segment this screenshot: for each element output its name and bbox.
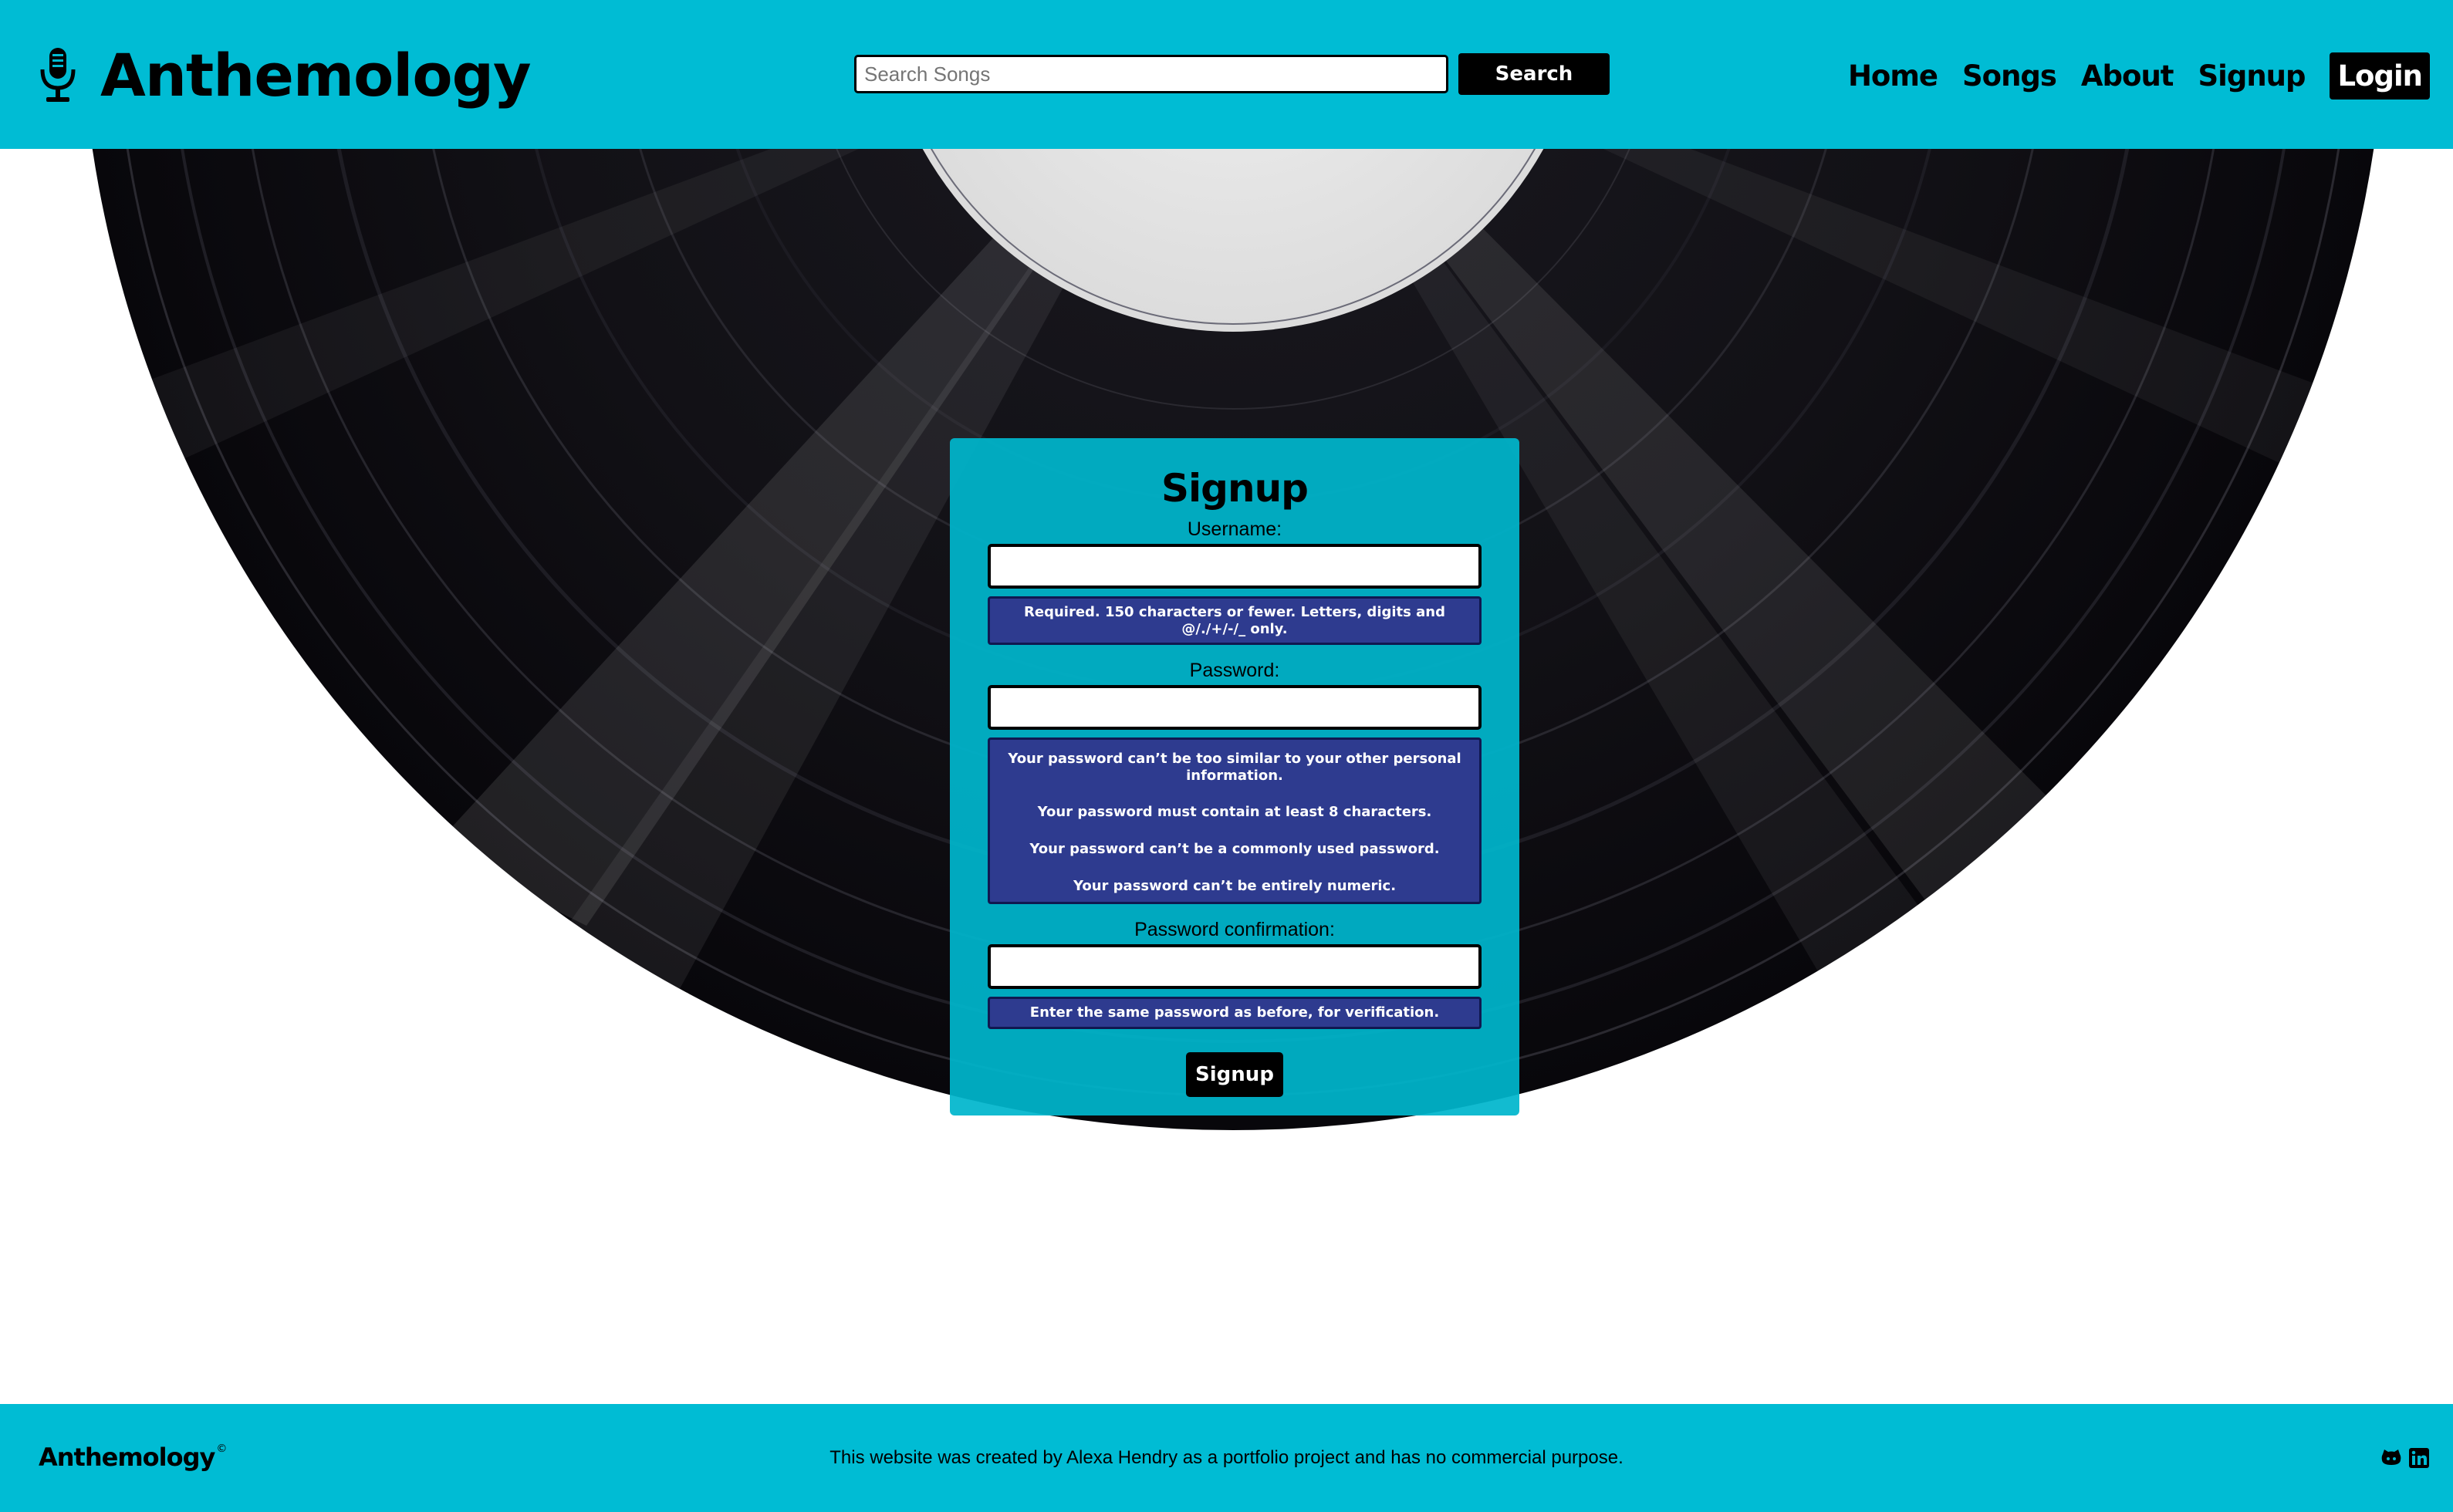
footer-disclaimer: This website was created by Alexa Hendry… <box>829 1447 1624 1468</box>
password-confirmation-input[interactable] <box>988 944 1482 990</box>
password-confirmation-label: Password confirmation: <box>1134 919 1335 941</box>
main-nav: Home Songs About Signup Login <box>1823 52 2430 100</box>
linkedin-link[interactable] <box>2408 1447 2430 1469</box>
signup-submit-button[interactable]: Signup <box>1186 1051 1283 1097</box>
password-label: Password: <box>1189 660 1280 682</box>
username-label: Username: <box>1187 518 1282 540</box>
brand-link[interactable]: Anthemology <box>39 41 532 110</box>
signup-card: Signup Username: Required. 150 character… <box>950 438 1519 1115</box>
password-help-item: Your password must contain at least 8 ch… <box>1037 804 1432 821</box>
username-input[interactable] <box>988 544 1482 589</box>
top-navbar: Anthemology Search Home Songs About Sign… <box>0 0 2453 149</box>
nav-signup[interactable]: Signup <box>2198 62 2306 90</box>
nav-about[interactable]: About <box>2081 62 2174 90</box>
password-input[interactable] <box>988 685 1482 731</box>
github-icon <box>2381 1450 2401 1465</box>
search-input[interactable] <box>854 55 1448 93</box>
password-help-list: Your password can’t be too similar to yo… <box>988 737 1482 905</box>
password-help-item: Your password can’t be a commonly used p… <box>1029 840 1440 857</box>
nav-songs[interactable]: Songs <box>1962 62 2057 90</box>
github-link[interactable] <box>2380 1447 2402 1469</box>
brand-name: Anthemology <box>100 41 532 110</box>
username-help-text: Required. 150 characters or fewer. Lette… <box>988 596 1482 646</box>
password-help-item: Your password can’t be too similar to yo… <box>1008 751 1461 784</box>
page: Anthemology Search Home Songs About Sign… <box>0 0 2453 1512</box>
social-links <box>2374 1447 2430 1469</box>
microphone-icon <box>40 48 76 102</box>
footer: Anthemology © This website was created b… <box>0 1404 2453 1512</box>
nav-login[interactable]: Login <box>2330 52 2430 100</box>
search-button[interactable]: Search <box>1458 53 1610 95</box>
signup-title: Signup <box>1161 466 1309 511</box>
linkedin-icon <box>2409 1448 2429 1468</box>
password-help-item: Your password can’t be entirely numeric. <box>1073 877 1397 894</box>
nav-home[interactable]: Home <box>1848 62 1938 90</box>
password-confirmation-help-text: Enter the same password as before, for v… <box>988 997 1482 1029</box>
search-form: Search <box>854 53 1610 95</box>
